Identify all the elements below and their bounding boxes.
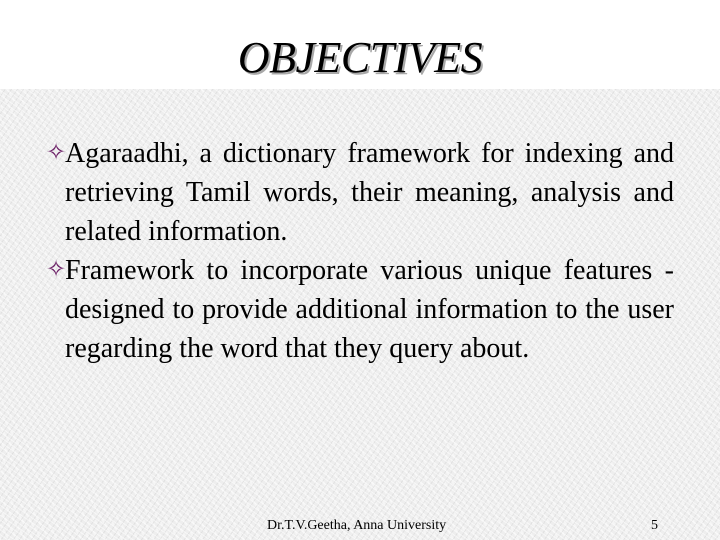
four-point-star-outline-icon: ✧ [46,257,67,283]
bullet-text: Agaraadhi, a dictionary framework for in… [65,138,674,247]
footer-page-number: 5 [651,518,658,533]
slide-title: OBJECTIVES [237,33,483,82]
four-point-star-outline-icon: ✧ [46,140,67,166]
slide-body: ✧Agaraadhi, a dictionary framework for i… [46,134,674,368]
bullet-text: Framework to incorporate various unique … [65,255,674,364]
bullet-item: ✧Agaraadhi, a dictionary framework for i… [46,134,674,251]
footer-author: Dr.T.V.Geetha, Anna University [267,518,447,533]
bullet-item: ✧Framework to incorporate various unique… [46,251,674,368]
